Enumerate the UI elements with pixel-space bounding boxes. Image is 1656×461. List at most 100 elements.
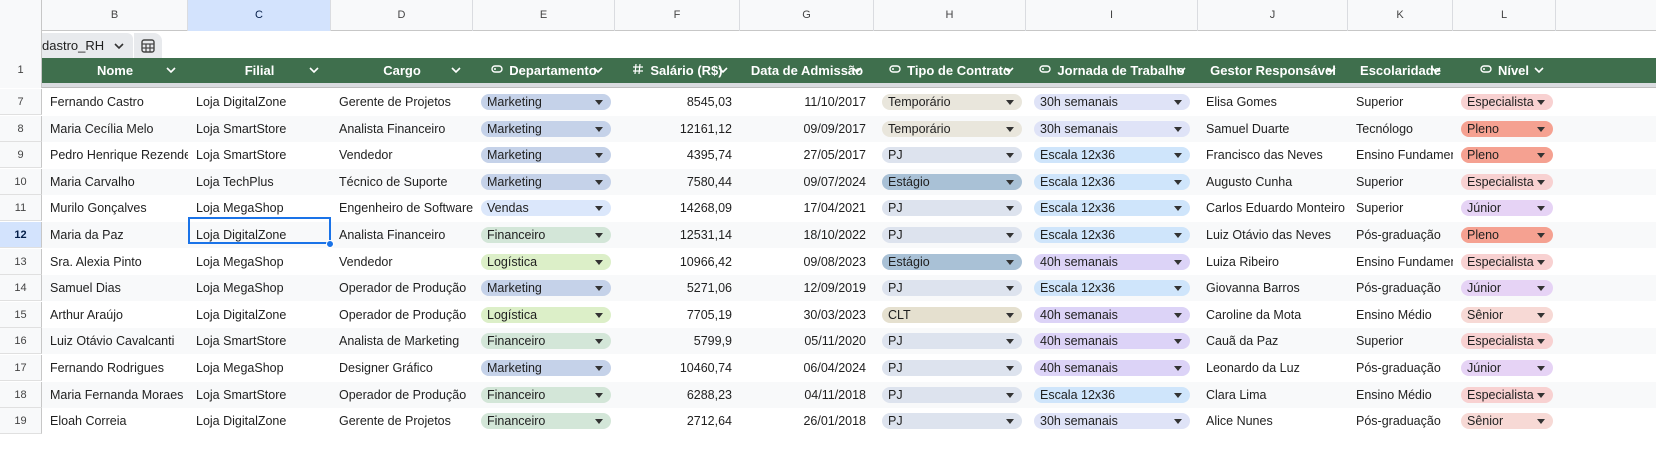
cell-nivel[interactable]: Especialista: [1453, 249, 1556, 275]
cell-cargo[interactable]: Operador de Produção: [331, 275, 473, 301]
dropdown-arrow-icon[interactable]: [1006, 100, 1014, 105]
dropdown-arrow-icon[interactable]: [1537, 259, 1545, 265]
row-number[interactable]: 16: [0, 328, 42, 355]
dropdown-arrow-icon[interactable]: [1174, 419, 1182, 425]
cell-escolaridade[interactable]: Ensino Médio: [1348, 302, 1453, 328]
cell-nivel[interactable]: Pleno: [1453, 116, 1556, 142]
row-number[interactable]: 19: [0, 408, 42, 435]
dropdown-arrow-icon[interactable]: [595, 206, 603, 212]
cell-depto[interactable]: Financeiro: [473, 408, 615, 434]
cell-data[interactable]: 11/10/2017: [740, 89, 874, 115]
cell-salario[interactable]: 7580,44: [615, 169, 740, 195]
depto-chip[interactable]: Logística: [481, 253, 611, 270]
cell-gestor[interactable]: Elisa Gomes: [1198, 89, 1348, 115]
column-letter-c[interactable]: C: [188, 0, 331, 31]
cell-jornada[interactable]: 40h semanais: [1026, 249, 1198, 275]
cell-data[interactable]: 26/01/2018: [740, 408, 874, 434]
depto-chip[interactable]: Vendas: [481, 200, 611, 217]
cell-contrato[interactable]: PJ: [874, 142, 1026, 168]
cell-jornada[interactable]: Escala 12x36: [1026, 275, 1198, 301]
cell-cargo[interactable]: Vendedor: [331, 249, 473, 275]
dropdown-arrow-icon[interactable]: [1537, 153, 1545, 159]
chevron-down-icon[interactable]: [114, 34, 124, 58]
jornada-chip[interactable]: 30h semanais: [1034, 94, 1190, 110]
cell-depto[interactable]: Marketing: [473, 116, 615, 142]
jornada-chip[interactable]: 40h semanais: [1034, 333, 1190, 350]
cell-nome[interactable]: Maria Carvalho: [42, 169, 188, 195]
cell-gestor[interactable]: Caroline da Mota: [1198, 302, 1348, 328]
cell-jornada[interactable]: Escala 12x36: [1026, 382, 1198, 408]
dropdown-arrow-icon[interactable]: [1006, 233, 1014, 238]
dropdown-arrow-icon[interactable]: [1006, 206, 1014, 212]
cell-jornada[interactable]: Escala 12x36: [1026, 195, 1198, 221]
cell-salario[interactable]: 5799,9: [615, 328, 740, 354]
depto-chip[interactable]: Marketing: [481, 94, 611, 110]
cell-nivel[interactable]: Júnior: [1453, 355, 1556, 381]
cell-cargo[interactable]: Analista Financeiro: [331, 222, 473, 248]
cell-escolaridade[interactable]: Ensino Médio: [1348, 382, 1453, 408]
cell-nivel[interactable]: Sênior: [1453, 408, 1556, 434]
jornada-chip[interactable]: 40h semanais: [1034, 253, 1190, 270]
cell-escolaridade[interactable]: Pós-graduação: [1348, 355, 1453, 381]
cell-filial[interactable]: Loja SmartStore: [188, 142, 331, 168]
cell-contrato[interactable]: PJ: [874, 275, 1026, 301]
jornada-chip[interactable]: Escala 12x36: [1034, 227, 1190, 243]
cell-jornada[interactable]: Escala 12x36: [1026, 222, 1198, 248]
dropdown-arrow-icon[interactable]: [1174, 100, 1182, 105]
cell-data[interactable]: 09/07/2024: [740, 169, 874, 195]
cell-gestor[interactable]: Carlos Eduardo Monteiro: [1198, 195, 1348, 221]
dropdown-arrow-icon[interactable]: [1537, 339, 1545, 345]
nivel-chip[interactable]: Pleno: [1461, 147, 1553, 164]
depto-chip[interactable]: Marketing: [481, 147, 611, 164]
header-nivel[interactable]: Nível: [1453, 58, 1556, 83]
jornada-chip[interactable]: Escala 12x36: [1034, 147, 1190, 164]
cell-cargo[interactable]: Engenheiro de Software: [331, 195, 473, 221]
cell-gestor[interactable]: Samuel Duarte: [1198, 116, 1348, 142]
cell-escolaridade[interactable]: Pós-graduação: [1348, 222, 1453, 248]
header-cargo[interactable]: Cargo: [331, 58, 473, 83]
chevron-down-icon[interactable]: [164, 63, 178, 77]
cell-depto[interactable]: Financeiro: [473, 328, 615, 354]
cell-nome[interactable]: Murilo Gonçalves: [42, 195, 188, 221]
cell-jornada[interactable]: Escala 12x36: [1026, 142, 1198, 168]
dropdown-arrow-icon[interactable]: [1537, 233, 1545, 238]
contrato-chip[interactable]: PJ: [882, 147, 1022, 164]
chevron-down-icon[interactable]: [1002, 63, 1016, 77]
cell-cargo[interactable]: Gerente de Projetos: [331, 408, 473, 434]
header-depto[interactable]: Departamento: [473, 58, 615, 83]
cell-escolaridade[interactable]: Superior: [1348, 89, 1453, 115]
cell-depto[interactable]: Marketing: [473, 275, 615, 301]
depto-chip[interactable]: Logística: [481, 306, 611, 323]
depto-chip[interactable]: Financeiro: [481, 333, 611, 350]
cell-depto[interactable]: Marketing: [473, 355, 615, 381]
cell-contrato[interactable]: PJ: [874, 382, 1026, 408]
cell-cargo[interactable]: Analista de Marketing: [331, 328, 473, 354]
cell-contrato[interactable]: PJ: [874, 408, 1026, 434]
dropdown-arrow-icon[interactable]: [595, 286, 603, 292]
dropdown-arrow-icon[interactable]: [595, 100, 603, 105]
nivel-chip[interactable]: Júnior: [1461, 360, 1553, 376]
dropdown-arrow-icon[interactable]: [1174, 233, 1182, 238]
dropdown-arrow-icon[interactable]: [1174, 392, 1182, 398]
cell-cargo[interactable]: Designer Gráfico: [331, 355, 473, 381]
cell-depto[interactable]: Logística: [473, 302, 615, 328]
cell-depto[interactable]: Marketing: [473, 142, 615, 168]
cell-jornada[interactable]: Escala 12x36: [1026, 169, 1198, 195]
cell-nome[interactable]: Sra. Alexia Pinto: [42, 249, 188, 275]
row-number[interactable]: 15: [0, 301, 42, 328]
cell-salario[interactable]: 12531,14: [615, 222, 740, 248]
cell-cargo[interactable]: Operador de Produção: [331, 302, 473, 328]
cell-nivel[interactable]: Sênior: [1453, 302, 1556, 328]
cell-cargo[interactable]: Gerente de Projetos: [331, 89, 473, 115]
jornada-chip[interactable]: 30h semanais: [1034, 413, 1190, 430]
nivel-chip[interactable]: Sênior: [1461, 413, 1553, 430]
cell-filial[interactable]: Loja MegaShop: [188, 195, 331, 221]
depto-chip[interactable]: Marketing: [481, 280, 611, 297]
column-letter-l[interactable]: L: [1453, 0, 1556, 31]
nivel-chip[interactable]: Especialista: [1461, 386, 1553, 403]
cell-jornada[interactable]: 30h semanais: [1026, 116, 1198, 142]
cell-depto[interactable]: Marketing: [473, 169, 615, 195]
depto-chip[interactable]: Marketing: [481, 360, 611, 376]
dropdown-arrow-icon[interactable]: [1174, 179, 1182, 185]
column-letter-h[interactable]: H: [874, 0, 1026, 31]
